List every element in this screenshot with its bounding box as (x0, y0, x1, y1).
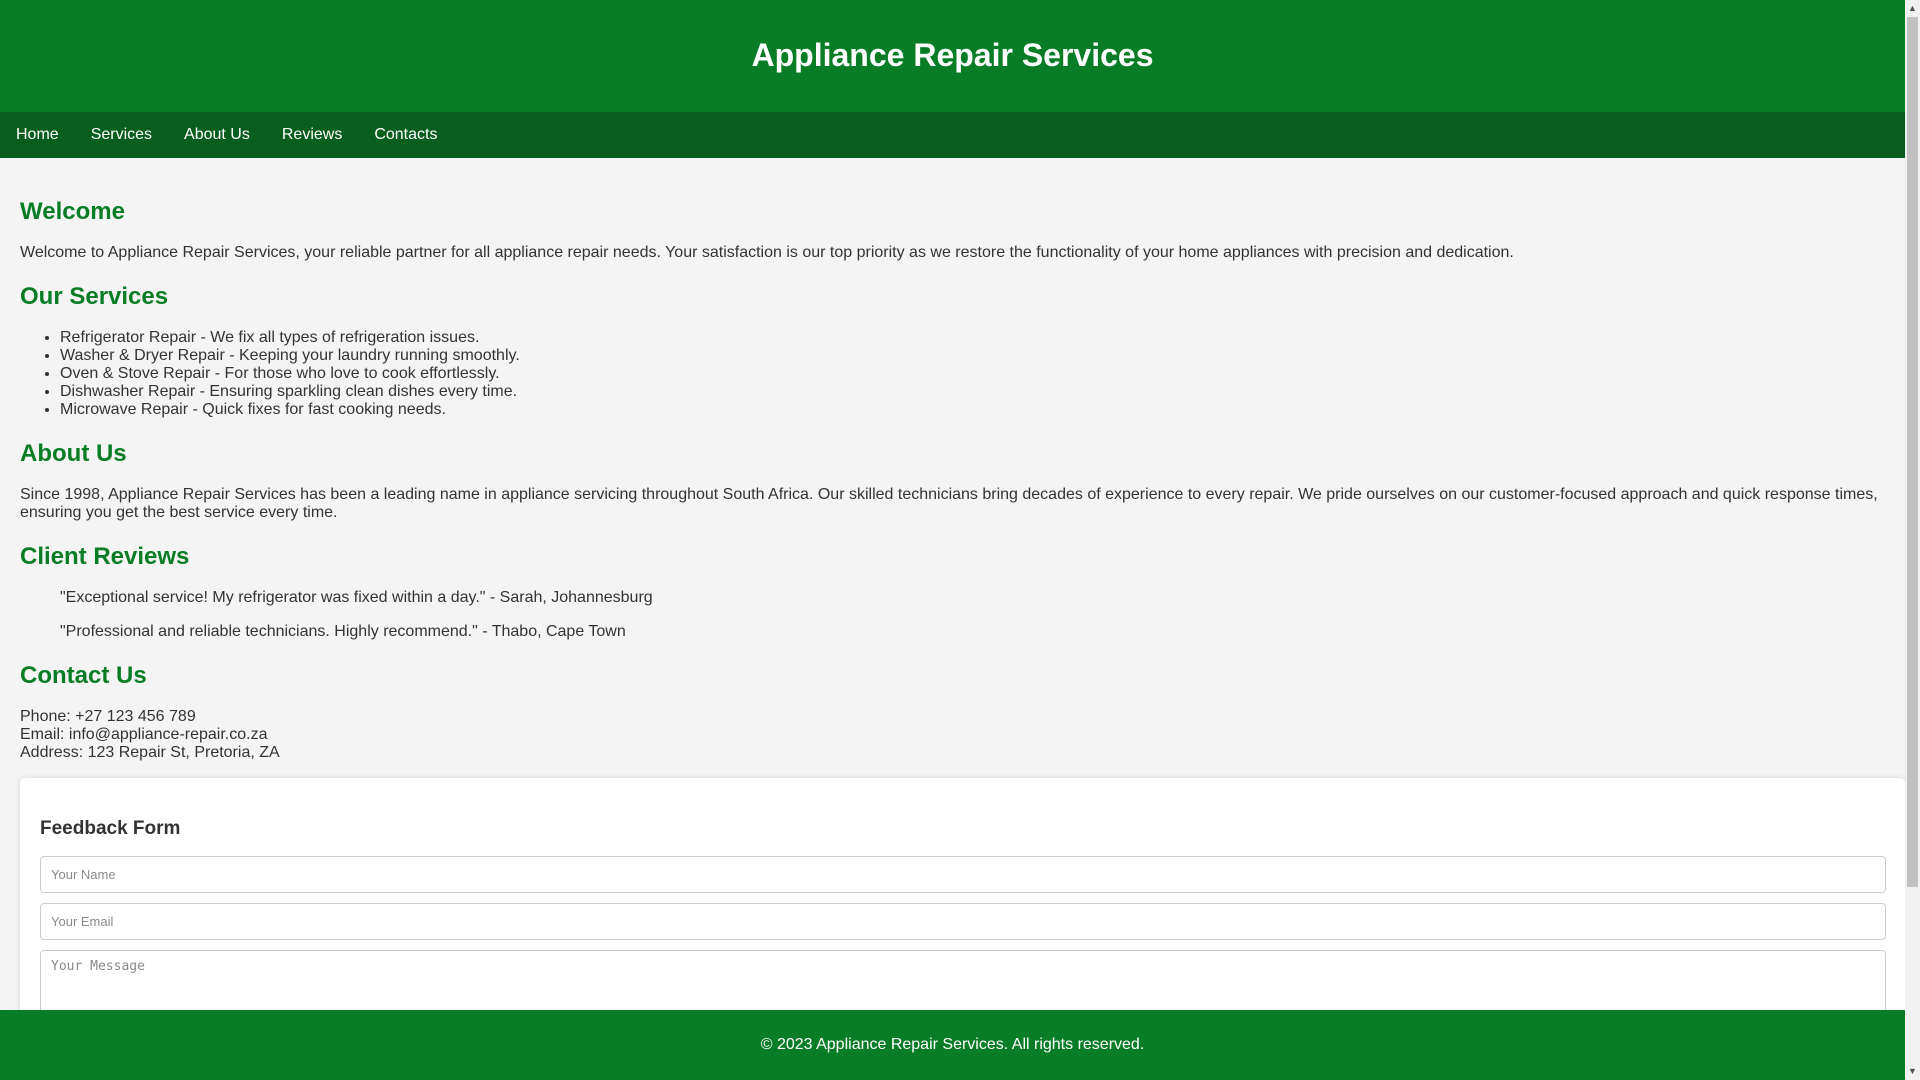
service-item-refrigerator: Refrigerator Repair - We fix all types o… (60, 329, 1885, 347)
nav-link-reviews[interactable]: Reviews (266, 112, 358, 158)
welcome-heading: Welcome (20, 198, 125, 225)
about-section: About Us Since 1998, Appliance Repair Se… (20, 440, 1885, 522)
scrollbar-thumb[interactable] (1907, 17, 1918, 887)
welcome-section: Welcome Welcome to Appliance Repair Serv… (20, 198, 1885, 262)
services-section: Our Services Refrigerator Repair - We fi… (20, 283, 1885, 419)
site-header: Appliance Repair Services (0, 0, 1905, 112)
services-heading: Our Services (20, 283, 169, 310)
vertical-scrollbar[interactable]: ▲ ▼ (1905, 0, 1920, 1080)
contact-details: Phone: +27 123 456 789 Email: info@appli… (20, 708, 1885, 762)
nav-link-contacts[interactable]: Contacts (358, 112, 453, 158)
about-heading: About Us (20, 440, 127, 467)
reviews-heading: Client Reviews (20, 543, 190, 570)
service-item-microwave: Microwave Repair - Quick fixes for fast … (60, 401, 1885, 419)
services-list: Refrigerator Repair - We fix all types o… (20, 329, 1885, 419)
nav-link-about-us[interactable]: About Us (168, 112, 266, 158)
review-quote: "Professional and reliable technicians. … (60, 623, 626, 640)
page: Appliance Repair Services Home Services … (0, 0, 1905, 1080)
nav-link-home[interactable]: Home (0, 112, 75, 158)
feedback-heading: Feedback Form (40, 818, 181, 839)
contact-heading: Contact Us (20, 662, 147, 689)
contact-email: Email: info@appliance-repair.co.za (20, 726, 268, 743)
review-quote: "Exceptional service! My refrigerator wa… (60, 589, 653, 606)
name-input[interactable] (40, 856, 1886, 893)
site-title: Appliance Repair Services (751, 36, 1154, 73)
contact-phone: Phone: +27 123 456 789 (20, 708, 196, 725)
service-item-dishwasher: Dishwasher Repair - Ensuring sparkling c… (60, 383, 1885, 401)
email-input[interactable] (40, 903, 1886, 940)
contact-address: Address: 123 Repair St, Pretoria, ZA (20, 744, 280, 761)
service-item-washer-dryer: Washer & Dryer Repair - Keeping your lau… (60, 347, 1885, 365)
scroll-up-arrow-icon[interactable]: ▲ (1905, 0, 1920, 17)
welcome-text: Welcome to Appliance Repair Services, yo… (20, 244, 1514, 261)
service-item-oven-stove: Oven & Stove Repair - For those who love… (60, 365, 1885, 383)
site-footer: © 2023 Appliance Repair Services. All ri… (0, 1010, 1905, 1080)
main-nav: Home Services About Us Reviews Contacts (0, 112, 1905, 158)
contact-section: Contact Us Phone: +27 123 456 789 Email:… (20, 662, 1905, 1070)
about-text: Since 1998, Appliance Repair Services ha… (20, 486, 1878, 521)
main-content: Welcome Welcome to Appliance Repair Serv… (0, 158, 1905, 1070)
reviews-section: Client Reviews "Exceptional service! My … (20, 543, 1885, 641)
scroll-down-arrow-icon[interactable]: ▼ (1905, 1063, 1920, 1080)
footer-copyright: © 2023 Appliance Repair Services. All ri… (760, 1036, 1145, 1053)
nav-link-services[interactable]: Services (75, 112, 168, 158)
